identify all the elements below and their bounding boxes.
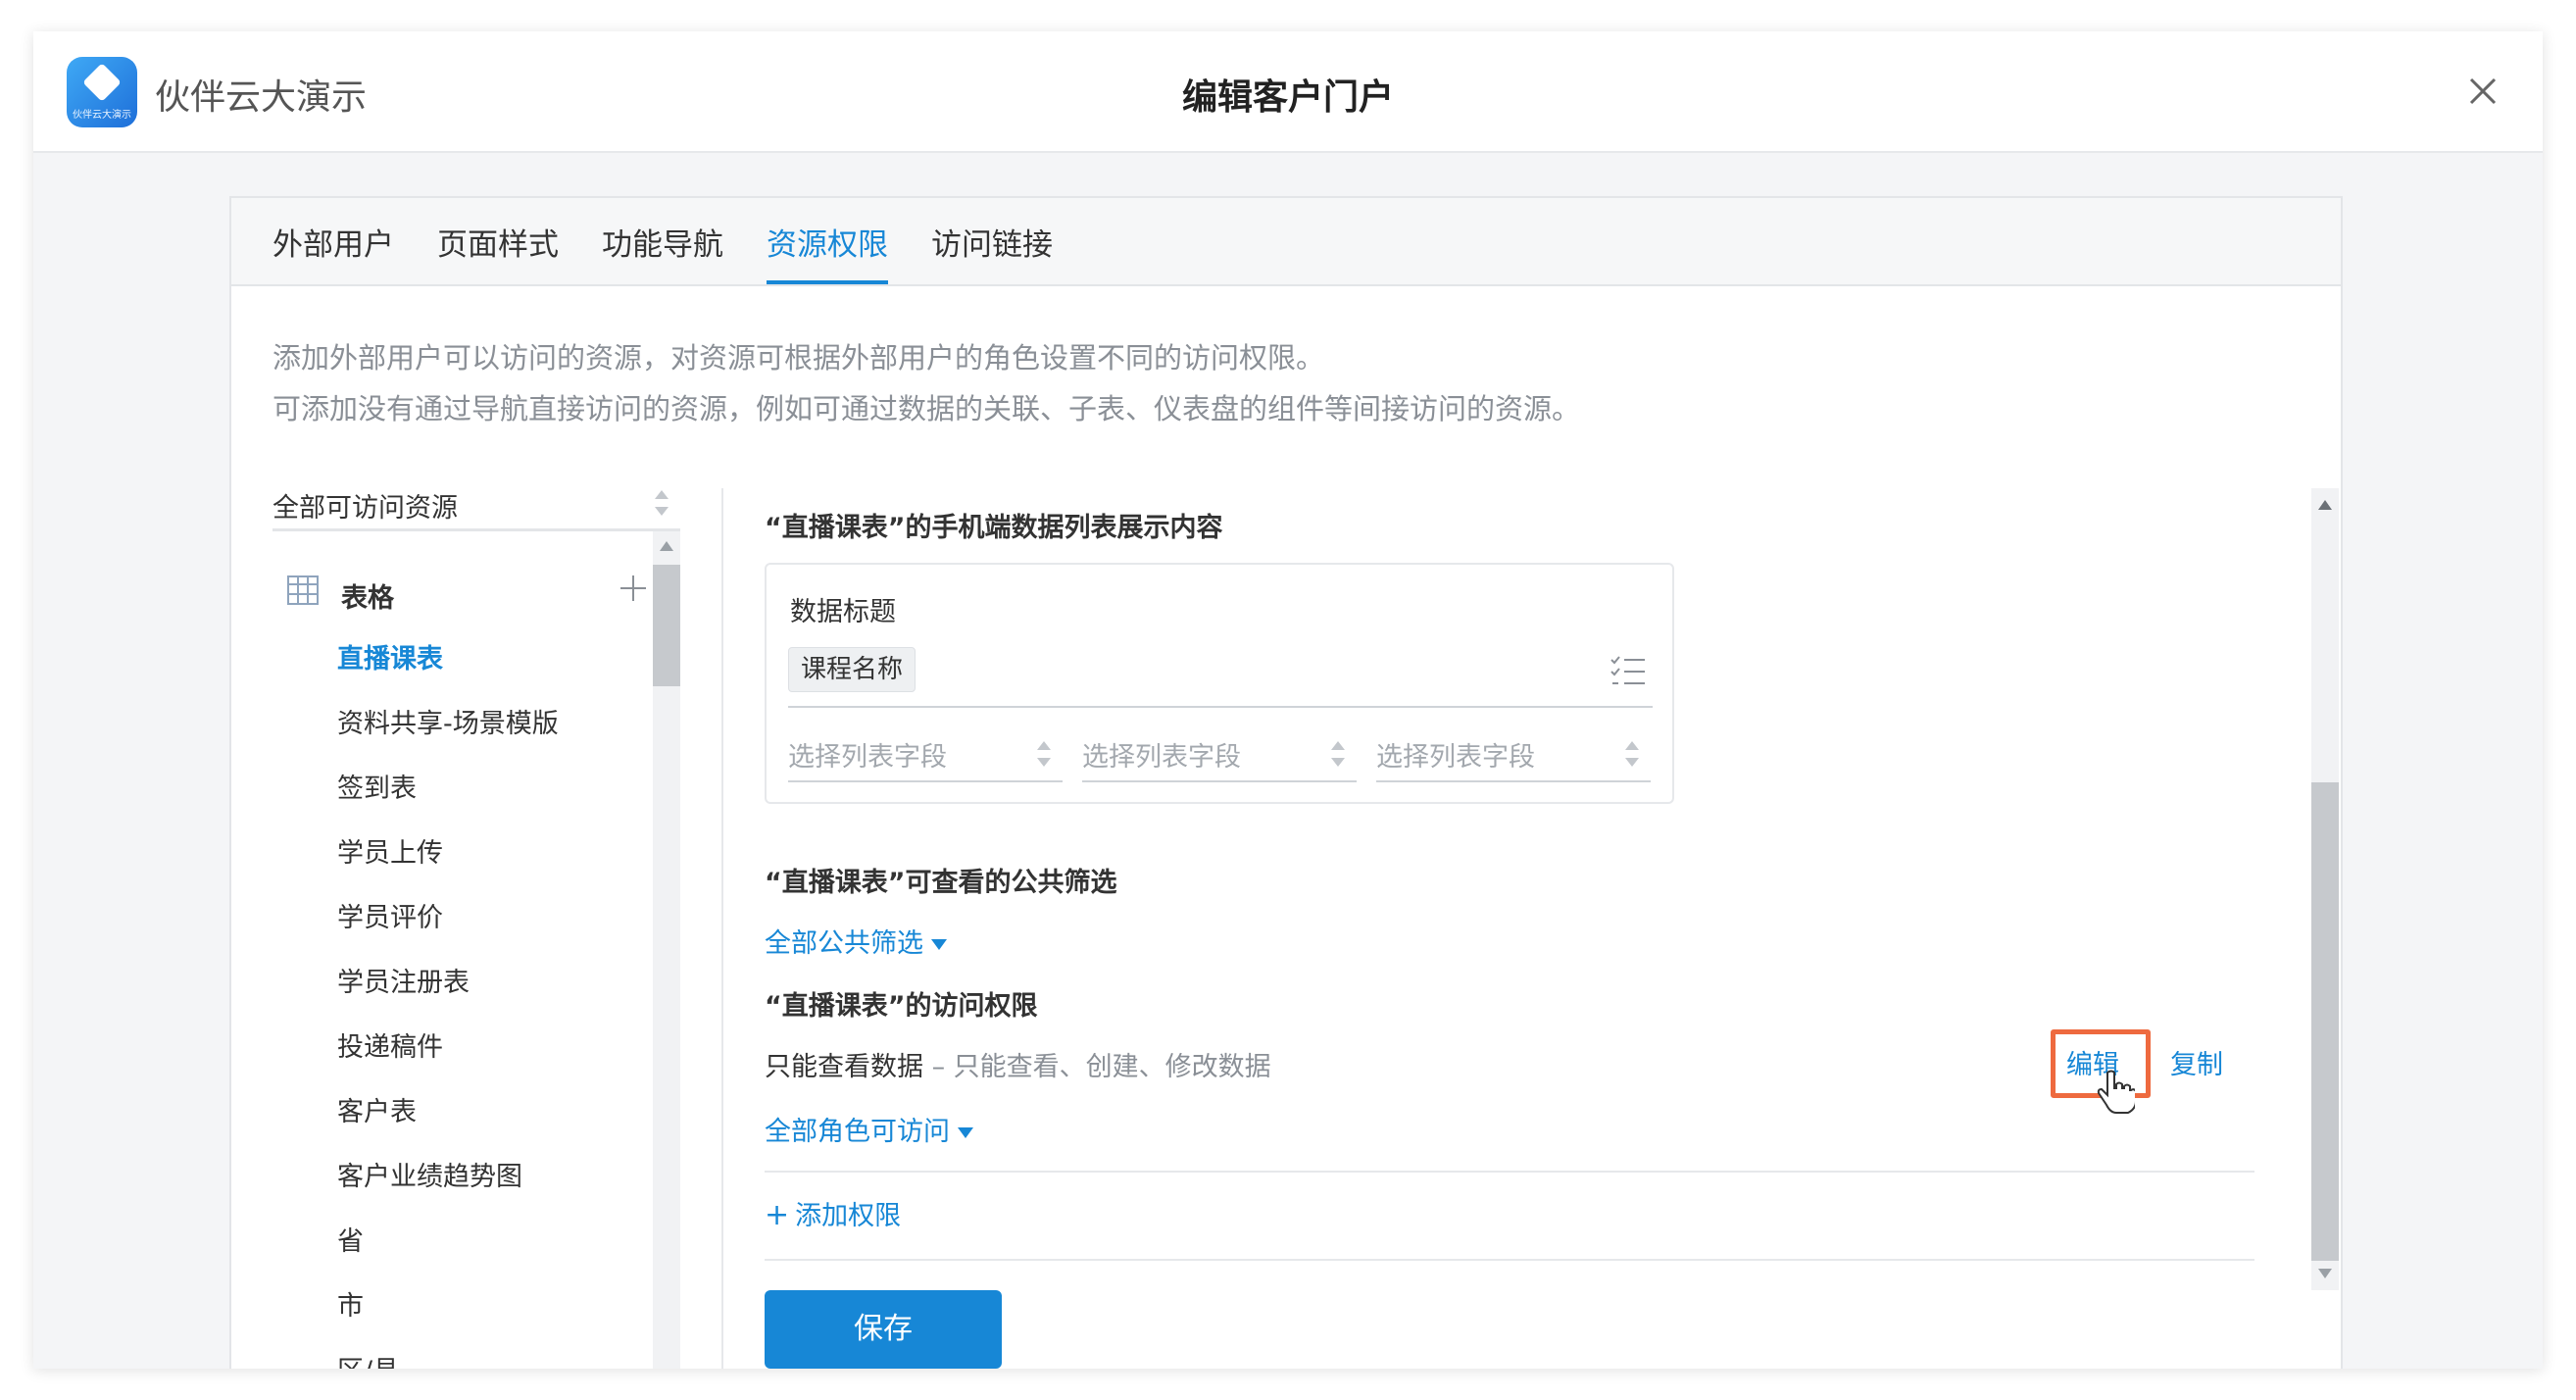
field-list-icon[interactable] bbox=[1610, 655, 1647, 688]
roles-dropdown[interactable]: 全部角色可访问 bbox=[765, 1110, 973, 1148]
scroll-up-arrow-icon[interactable] bbox=[660, 541, 673, 551]
roles-label: 全部角色可访问 bbox=[765, 1117, 950, 1147]
data-title-field[interactable]: 课程名称 bbox=[788, 641, 1653, 708]
caret-down-icon bbox=[958, 1127, 973, 1138]
portal-settings-card: 外部用户 页面样式 功能导航 资源权限 访问链接 添加外部用户可以访问的资源，对… bbox=[229, 196, 2343, 1369]
tab-function-nav[interactable]: 功能导航 bbox=[602, 220, 723, 284]
updown-arrow-icon bbox=[1037, 741, 1051, 767]
permission-description: 只能查看、创建、修改数据 bbox=[953, 1052, 1271, 1082]
resource-filter-select[interactable]: 全部可访问资源 bbox=[272, 475, 680, 531]
close-icon[interactable] bbox=[2462, 71, 2503, 112]
edit-portal-modal: 伙伴云大演示 伙伴云大演示 编辑客户门户 外部用户 页面样式 功能导航 资源权限… bbox=[33, 31, 2543, 1369]
resource-item[interactable]: 省 bbox=[337, 1220, 364, 1258]
resource-list-scrollbar[interactable] bbox=[653, 531, 680, 1369]
public-filter-dropdown[interactable]: 全部公共筛选 bbox=[765, 922, 947, 960]
add-permission-button[interactable]: + 添加权限 bbox=[765, 1194, 901, 1232]
divider bbox=[765, 1171, 2254, 1173]
resource-item[interactable]: 客户业绩趋势图 bbox=[337, 1155, 522, 1193]
permission-separator: – bbox=[923, 1052, 954, 1082]
resource-item[interactable]: 资料共享-场景模版 bbox=[337, 702, 559, 740]
data-title-chip[interactable]: 课程名称 bbox=[788, 647, 916, 692]
detail-scrollbar[interactable] bbox=[2311, 488, 2339, 1290]
modal-title: 编辑客户门户 bbox=[1181, 77, 1394, 118]
resource-item-live-schedule[interactable]: 直播课表 bbox=[337, 637, 443, 675]
resource-list: 表格 直播课表 资料共享-场景模版 签到表 学员上传 学员评价 学员注册表 投递… bbox=[272, 531, 680, 1369]
column-field-select-3[interactable]: 选择列表字段 bbox=[1376, 727, 1651, 782]
resource-item[interactable]: 客户表 bbox=[337, 1090, 417, 1128]
updown-arrow-icon bbox=[655, 490, 669, 516]
save-button[interactable]: 保存 bbox=[765, 1290, 1002, 1369]
resource-item[interactable]: 签到表 bbox=[337, 767, 417, 805]
public-filter-label: 全部公共筛选 bbox=[765, 928, 923, 959]
column-field-placeholder: 选择列表字段 bbox=[1376, 742, 1535, 773]
copy-permission-button[interactable]: 复制 bbox=[2170, 1043, 2223, 1081]
scrollbar-thumb[interactable] bbox=[653, 565, 680, 686]
add-permission-label: 添加权限 bbox=[795, 1201, 902, 1231]
filter-section-title: “直播课表”可查看的公共筛选 bbox=[765, 868, 1117, 898]
hand-pointer-icon bbox=[2097, 1070, 2135, 1114]
resource-group-label: 表格 bbox=[341, 583, 394, 614]
updown-arrow-icon bbox=[1331, 741, 1345, 767]
resource-group-tables: 表格 bbox=[286, 573, 646, 614]
scroll-down-arrow-icon[interactable] bbox=[2318, 1269, 2332, 1278]
data-title-label: 数据标题 bbox=[790, 597, 896, 627]
modal-header: 伙伴云大演示 伙伴云大演示 编辑客户门户 bbox=[33, 31, 2543, 153]
permission-row: 只能查看数据 – 只能查看、创建、修改数据 bbox=[765, 1045, 1271, 1083]
resource-item[interactable]: 学员上传 bbox=[337, 831, 443, 870]
resource-item[interactable]: 投递稿件 bbox=[337, 1025, 443, 1064]
resource-filter-value: 全部可访问资源 bbox=[272, 493, 458, 524]
divider bbox=[765, 1259, 2254, 1261]
permission-name: 只能查看数据 bbox=[765, 1052, 923, 1082]
mobile-section-title: “直播课表”的手机端数据列表展示内容 bbox=[765, 513, 1223, 543]
plus-icon: + bbox=[765, 1198, 790, 1232]
mobile-list-config: 数据标题 课程名称 选择列表字段 选择列表字段 选择列表字段 bbox=[765, 563, 1674, 804]
table-icon bbox=[287, 575, 319, 605]
column-field-select-2[interactable]: 选择列表字段 bbox=[1082, 727, 1357, 782]
access-section-title: “直播课表”的访问权限 bbox=[765, 991, 1038, 1022]
resource-item[interactable]: 学员评价 bbox=[337, 896, 443, 934]
tab-resource-permissions[interactable]: 资源权限 bbox=[767, 220, 888, 284]
scrollbar-thumb[interactable] bbox=[2311, 782, 2339, 1261]
description-line-2: 可添加没有通过导航直接访问的资源，例如可通过数据的关联、子表、仪表盘的组件等间接… bbox=[272, 392, 1581, 425]
resource-detail-panel: “直播课表”的手机端数据列表展示内容 数据标题 课程名称 选择列表字段 选择列表… bbox=[723, 488, 2339, 1369]
resource-item[interactable]: 市 bbox=[337, 1284, 364, 1323]
resource-item[interactable]: 区/县 bbox=[337, 1349, 399, 1369]
tab-bar: 外部用户 页面样式 功能导航 资源权限 访问链接 bbox=[231, 198, 2341, 286]
resource-item[interactable]: 学员注册表 bbox=[337, 961, 470, 999]
scroll-up-arrow-icon[interactable] bbox=[2318, 500, 2332, 510]
description-line-1: 添加外部用户可以访问的资源，对资源可根据外部用户的角色设置不同的访问权限。 bbox=[272, 341, 1325, 375]
caret-down-icon bbox=[931, 939, 947, 950]
tab-access-link[interactable]: 访问链接 bbox=[931, 220, 1053, 284]
tab-external-users[interactable]: 外部用户 bbox=[272, 220, 394, 284]
column-field-placeholder: 选择列表字段 bbox=[788, 742, 947, 773]
tab-page-style[interactable]: 页面样式 bbox=[437, 220, 559, 284]
column-field-select-1[interactable]: 选择列表字段 bbox=[788, 727, 1063, 782]
column-field-placeholder: 选择列表字段 bbox=[1082, 742, 1241, 773]
updown-arrow-icon bbox=[1625, 741, 1639, 767]
add-resource-plus-icon[interactable] bbox=[618, 573, 649, 604]
